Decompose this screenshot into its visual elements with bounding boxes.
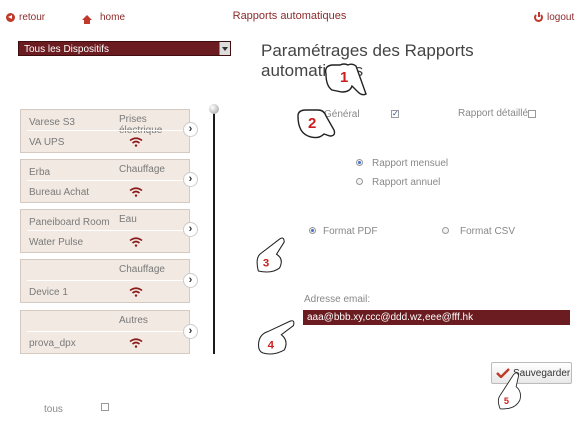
device-type: Chauffage [119,264,165,275]
device-open-button[interactable]: › [183,222,198,237]
chevron-right-icon: › [188,274,193,286]
callout-1-pointer-icon: 1 [324,63,367,96]
device-type: Autres [119,315,148,326]
general-checkbox[interactable]: ✓ [391,110,399,118]
detailed-label: Rapport détaillé [458,108,529,119]
page-title: Paramétrages des Rapports automatiques [261,41,474,80]
select-all-checkbox[interactable] [101,403,109,411]
logout-label: logout [547,12,575,23]
callout-number: 2 [308,115,316,132]
chevron-right-icon: › [188,223,193,235]
divider [27,180,183,181]
monthly-radio[interactable] [356,159,363,166]
callout-2-pointer-icon: 2 [297,109,336,139]
device-type: Prises électrique [119,114,162,136]
device-card[interactable]: Varese S3 Prises électrique VA UPS [20,109,190,153]
device-open-button[interactable]: › [183,172,198,187]
monthly-label: Rapport mensuel [372,158,449,169]
device-filter-value: Tous les Dispositifs [24,44,110,55]
device-sub: prova_dpx [29,338,76,349]
power-icon [534,12,543,22]
device-card[interactable]: Erba Chauffage Bureau Achat [20,159,190,203]
callout-4-pointer-icon: 4 [257,320,295,355]
device-open-button[interactable]: › [183,273,198,288]
divider [27,280,183,281]
device-name: Erba [29,167,51,178]
callout-number: 5 [504,396,509,406]
select-all-label: tous [44,404,63,415]
annual-radio[interactable] [356,178,363,185]
callout-number: 1 [340,69,348,86]
wifi-icon [129,187,143,197]
detailed-checkbox[interactable] [528,110,536,118]
csv-label: Format CSV [460,226,516,237]
logout-link[interactable]: logout [534,12,574,23]
device-filter-select[interactable]: Tous les Dispositifs [18,41,231,56]
callout-number: 3 [263,257,269,269]
chevron-right-icon: › [188,173,193,185]
device-open-button[interactable]: › [183,122,198,137]
divider [27,130,183,131]
device-sub: Device 1 [29,287,68,298]
wifi-icon [129,338,143,348]
email-label: Adresse email: [304,294,371,305]
device-sub: Water Pulse [29,237,84,248]
device-sub: VA UPS [29,137,65,148]
chevron-down-icon[interactable] [219,42,230,55]
chevron-right-icon: › [188,325,193,337]
wifi-icon [129,137,143,147]
wifi-icon [129,287,143,297]
device-name: Paneiboard Room [29,217,110,228]
annual-label: Rapport annuel [372,177,441,188]
wifi-icon [129,237,143,247]
callout-5-pointer-icon: 5 [497,372,521,410]
pdf-label: Format PDF [323,226,378,237]
device-card[interactable]: Autres prova_dpx [20,310,190,354]
device-sub: Bureau Achat [29,187,90,198]
device-card[interactable]: Paneiboard Room Eau Water Pulse [20,209,190,253]
device-type: Chauffage [119,164,165,175]
divider [27,331,183,332]
pdf-radio[interactable] [309,227,316,234]
device-open-button[interactable]: › [183,324,198,339]
email-field[interactable]: aaa@bbb.xy,ccc@ddd.wz,eee@fff.hk [303,310,570,325]
device-card[interactable]: Chauffage Device 1 [20,259,190,303]
scrollbar-handle[interactable] [209,104,219,114]
device-name: Varese S3 [29,117,75,128]
device-type: Eau [119,214,137,225]
chevron-right-icon: › [188,123,193,135]
divider [27,230,183,231]
app-title: Rapports automatiques [232,10,347,22]
callout-number: 4 [268,339,275,351]
device-list-scrollbar[interactable] [213,110,215,354]
callout-3-pointer-icon: 3 [256,237,285,273]
csv-radio[interactable] [442,227,449,234]
